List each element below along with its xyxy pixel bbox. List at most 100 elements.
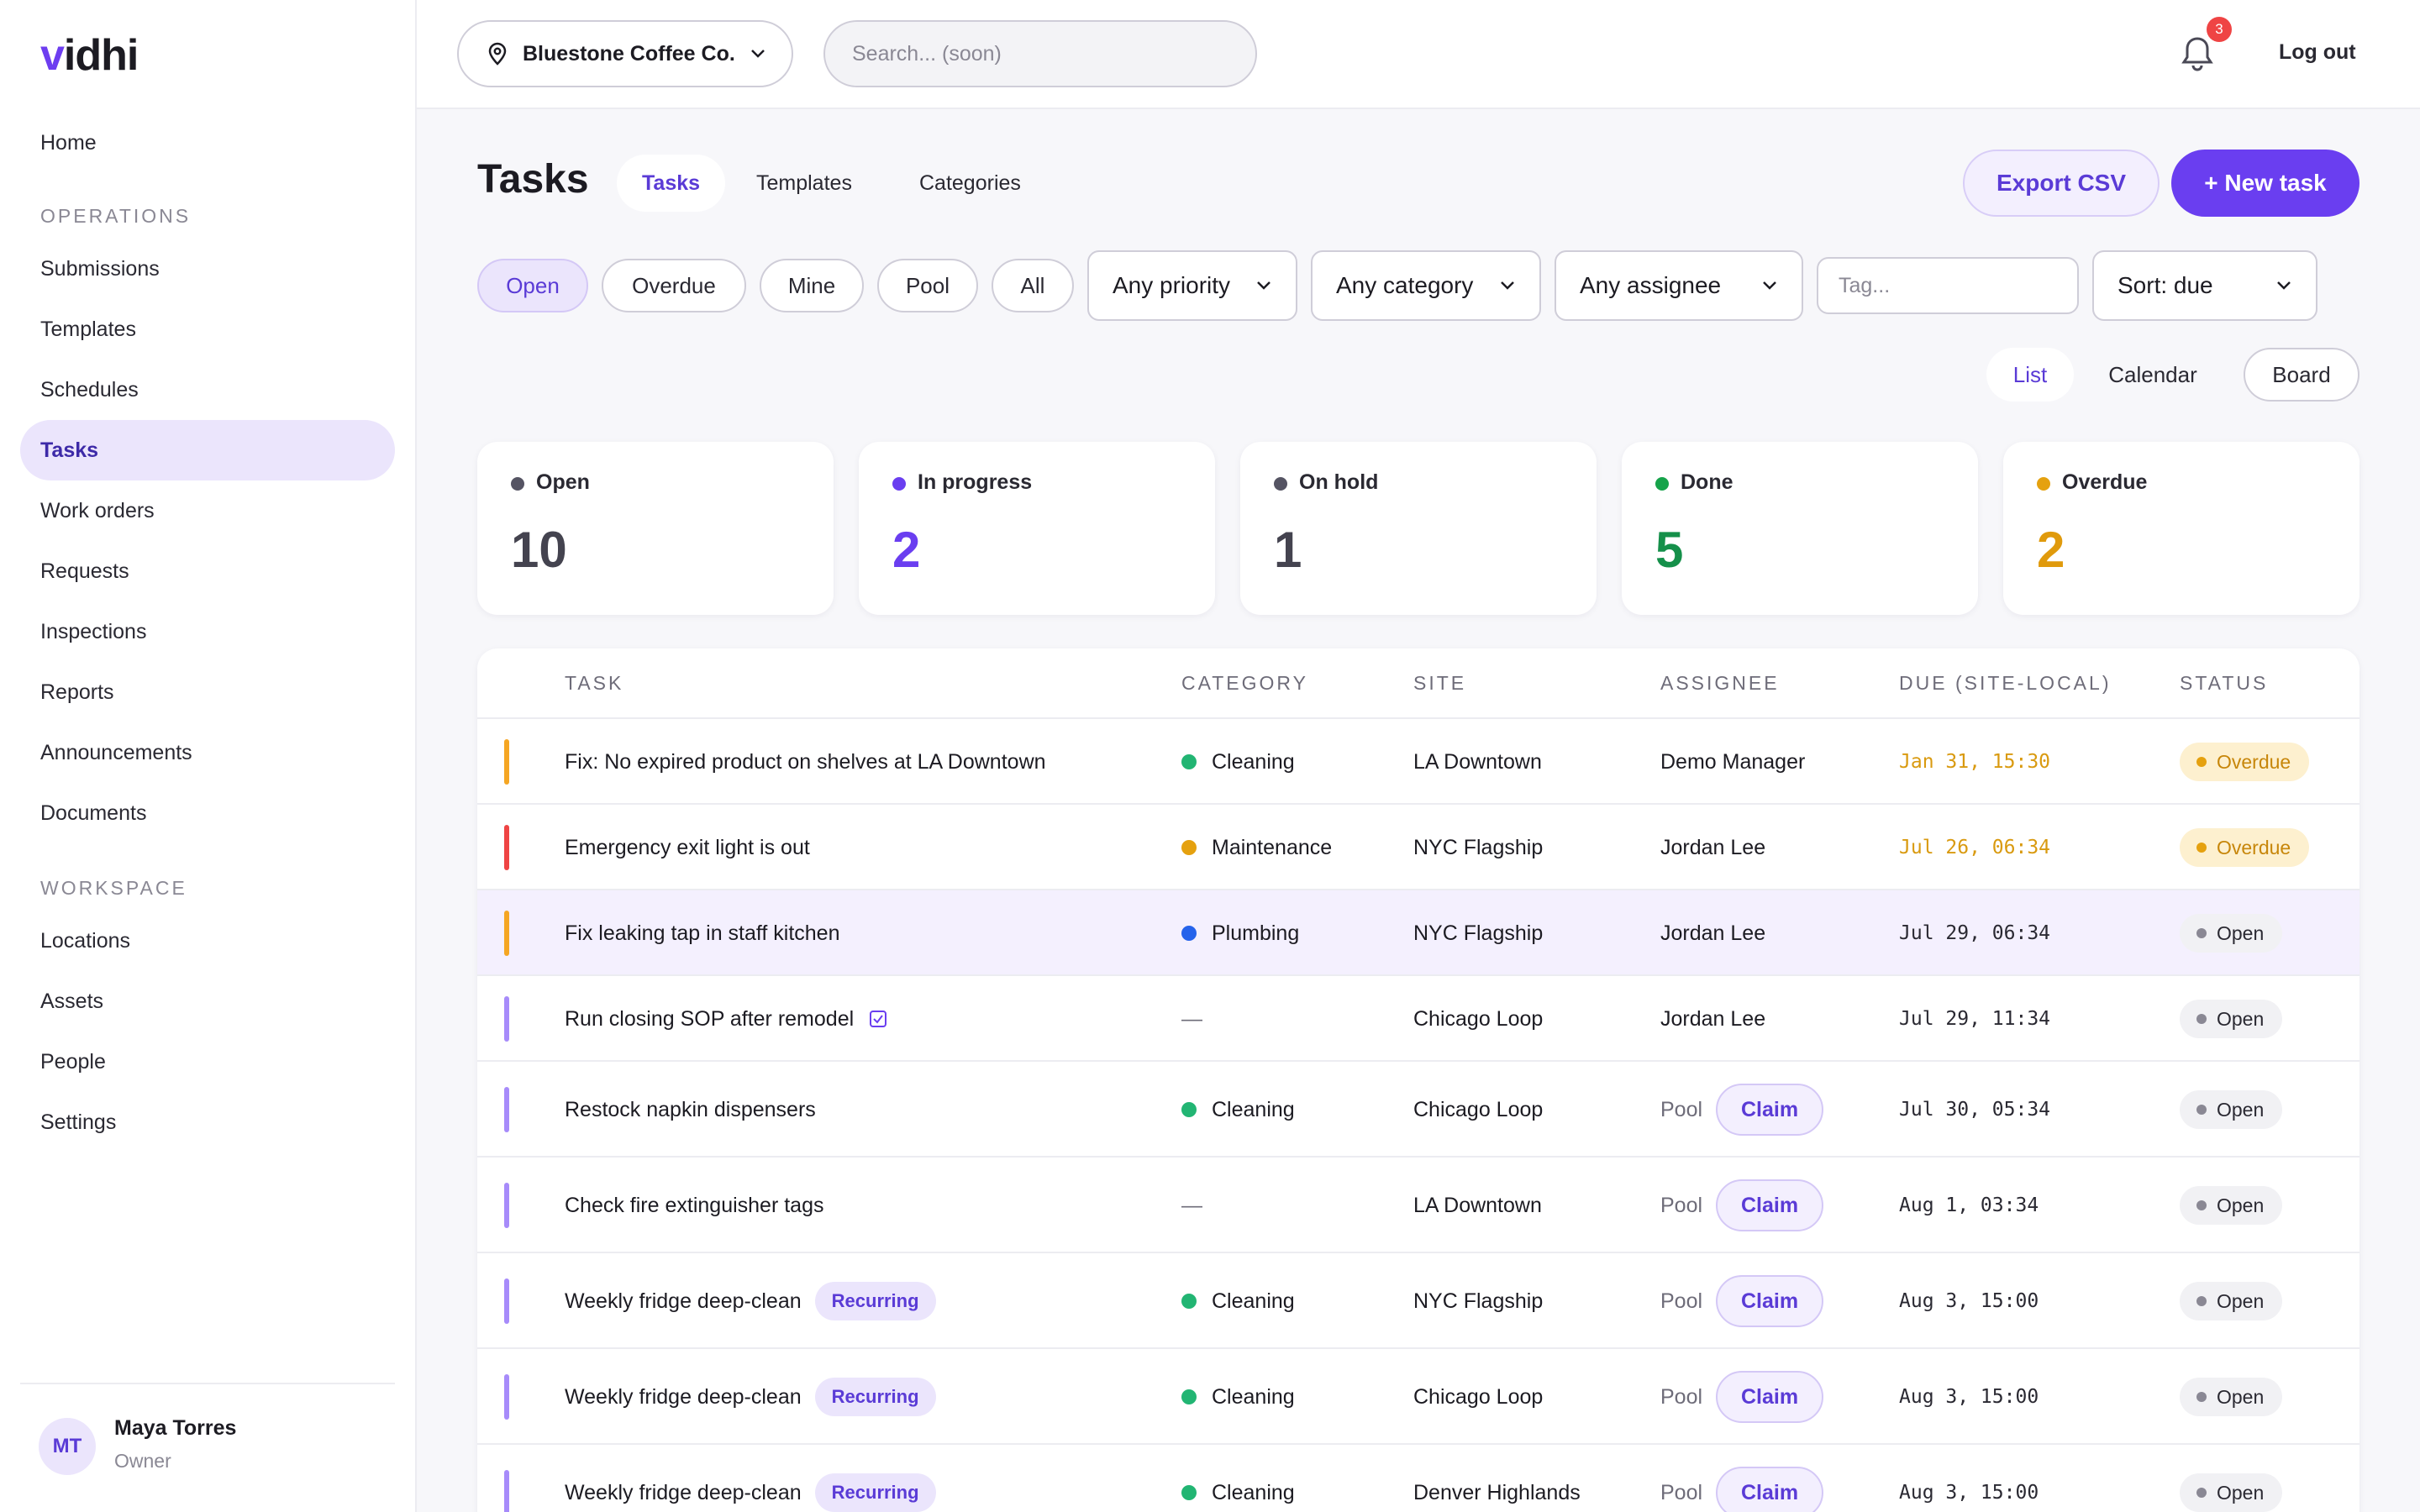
claim-button[interactable]: Claim (1716, 1275, 1824, 1327)
view-tab-board[interactable]: Board (2244, 348, 2360, 402)
category-cell: Cleaning (1181, 1276, 1295, 1326)
due-date: Jul 30, 05:34 (1899, 1099, 2051, 1121)
tab-categories[interactable]: Categories (894, 155, 1046, 212)
due-cell: Jul 30, 05:34 (1899, 1084, 2050, 1135)
table-row[interactable]: Fix leaking tap in staff kitchen Plumbing… (477, 889, 2360, 974)
assignee-cell: Pool Claim (1660, 1371, 1824, 1423)
task-title[interactable]: Restock napkin dispensers (565, 1098, 816, 1122)
column-header-due[interactable]: DUE (SITE-LOCAL) (1899, 672, 2111, 695)
claim-button[interactable]: Claim (1716, 1179, 1824, 1231)
claim-button[interactable]: Claim (1716, 1467, 1824, 1512)
sidebar-item-requests[interactable]: Requests (20, 541, 395, 601)
table-row[interactable]: Emergency exit light is out Maintenance NY… (477, 803, 2360, 889)
category-label: Cleaning (1212, 1480, 1295, 1504)
filter-chip-mine[interactable]: Mine (760, 259, 864, 312)
assignee-filter[interactable]: Any assignee (1555, 250, 1803, 321)
sidebar-item-settings[interactable]: Settings (20, 1092, 395, 1152)
view-tab-list[interactable]: List (1986, 348, 2074, 402)
filter-chip-open[interactable]: Open (477, 259, 588, 312)
site-label: Chicago Loop (1413, 1006, 1544, 1031)
view-tab-calendar[interactable]: Calendar (2087, 348, 2218, 402)
status-dot (1655, 477, 1669, 491)
sort-select[interactable]: Sort: due (2092, 250, 2317, 321)
column-header-task[interactable]: TASK (565, 672, 623, 695)
recurring-badge: Recurring (814, 1378, 936, 1416)
table-row[interactable]: Check fire extinguisher tags — LA Downtown… (477, 1156, 2360, 1252)
column-header-site[interactable]: SITE (1413, 672, 1466, 695)
sidebar-item-locations[interactable]: Locations (20, 911, 395, 971)
status-cell: Open (2180, 908, 2283, 958)
due-date: Aug 3, 15:00 (1899, 1386, 2039, 1408)
stat-card-on-hold[interactable]: On hold 1 (1240, 442, 1597, 615)
due-cell: Aug 3, 15:00 (1899, 1276, 2039, 1326)
task-title[interactable]: Weekly fridge deep-clean (565, 1385, 802, 1410)
task-title[interactable]: Fix: No expired product on shelves at LA… (565, 750, 1046, 774)
sidebar-item-schedules[interactable]: Schedules (20, 360, 395, 420)
app-logo[interactable]: vidhi (40, 30, 139, 81)
task-title[interactable]: Check fire extinguisher tags (565, 1194, 823, 1218)
avatar[interactable]: MT (39, 1418, 96, 1475)
sidebar-item-inspections[interactable]: Inspections (20, 601, 395, 662)
new-task-button[interactable]: + New task (2171, 150, 2360, 217)
bell-icon[interactable] (2178, 34, 2217, 76)
table-row[interactable]: Weekly fridge deep-clean Recurring Cleanin… (477, 1347, 2360, 1443)
table-row[interactable]: Weekly fridge deep-clean Recurring Cleanin… (477, 1252, 2360, 1347)
category-empty: — (1181, 1006, 1202, 1031)
task-title[interactable]: Emergency exit light is out (565, 836, 810, 860)
stat-card-overdue[interactable]: Overdue 2 (2003, 442, 2360, 615)
sidebar-item-assets[interactable]: Assets (20, 971, 395, 1032)
sidebar-item-reports[interactable]: Reports (20, 662, 395, 722)
task-title[interactable]: Weekly fridge deep-clean (565, 1481, 802, 1505)
tag-filter-input[interactable] (1817, 257, 2079, 314)
export-csv-button[interactable]: Export CSV (1963, 150, 2160, 217)
due-cell: Jul 29, 06:34 (1899, 908, 2050, 958)
status-cell: Open (2180, 1467, 2283, 1512)
sidebar-item-announcements[interactable]: Announcements (20, 722, 395, 783)
assignee-cell: Pool Claim (1660, 1084, 1824, 1136)
checklist-icon (870, 1011, 887, 1027)
tab-templates[interactable]: Templates (731, 155, 877, 212)
sidebar-item-submissions[interactable]: Submissions (20, 239, 395, 299)
column-header-status[interactable]: STATUS (2180, 672, 2268, 695)
claim-button[interactable]: Claim (1716, 1371, 1824, 1423)
filter-chip-pool[interactable]: Pool (877, 259, 978, 312)
notification-badge: 3 (2207, 17, 2232, 42)
sidebar-item-tasks[interactable]: Tasks (20, 420, 395, 480)
tab-tasks[interactable]: Tasks (617, 155, 726, 212)
table-row[interactable]: Weekly fridge deep-clean Recurring Cleanin… (477, 1443, 2360, 1512)
stat-card-done[interactable]: Done 5 (1622, 442, 1978, 615)
sidebar-item-templates[interactable]: Templates (20, 299, 395, 360)
stat-card-in-progress[interactable]: In progress 2 (859, 442, 1215, 615)
user-name: Maya Torres (114, 1416, 237, 1440)
task-title[interactable]: Fix leaking tap in staff kitchen (565, 921, 840, 946)
task-title[interactable]: Weekly fridge deep-clean (565, 1289, 802, 1314)
assignee-cell: Pool Claim (1660, 1467, 1824, 1512)
sidebar-item-people[interactable]: People (20, 1032, 395, 1092)
table-row[interactable]: Run closing SOP after remodel — Chicago Lo… (477, 974, 2360, 1060)
organization-select[interactable]: Bluestone Coffee Co. (457, 20, 793, 87)
column-header-category[interactable]: CATEGORY (1181, 672, 1308, 695)
table-row[interactable]: Fix: No expired product on shelves at LA… (477, 717, 2360, 803)
claim-button[interactable]: Claim (1716, 1084, 1824, 1136)
filter-chip-overdue[interactable]: Overdue (602, 259, 746, 312)
filter-chip-all[interactable]: All (992, 259, 1074, 312)
assignee-label: Pool (1660, 1480, 1703, 1504)
site-cell: LA Downtown (1413, 1180, 1542, 1231)
sidebar-item-documents[interactable]: Documents (20, 783, 395, 843)
sidebar-section-operations: OPERATIONS (40, 205, 192, 227)
task-title[interactable]: Run closing SOP after remodel (565, 1007, 854, 1032)
assignee-label: Pool (1660, 1289, 1703, 1313)
priority-filter[interactable]: Any priority (1087, 250, 1297, 321)
table-row[interactable]: Restock napkin dispensers Cleaning Chicago… (477, 1060, 2360, 1156)
sidebar-item-home[interactable]: Home (20, 113, 395, 173)
status-label: Open (2217, 1098, 2265, 1121)
column-header-assignee[interactable]: ASSIGNEE (1660, 672, 1780, 695)
logout-button[interactable]: Log out (2279, 40, 2356, 65)
chevron-down-icon (1501, 281, 1514, 290)
search-input[interactable] (823, 20, 1257, 87)
priority-indicator (504, 1087, 509, 1132)
sidebar-item-work-orders[interactable]: Work orders (20, 480, 395, 541)
category-filter[interactable]: Any category (1311, 250, 1541, 321)
stat-card-open[interactable]: Open 10 (477, 442, 834, 615)
assignee-cell: Jordan Lee (1660, 994, 1765, 1044)
